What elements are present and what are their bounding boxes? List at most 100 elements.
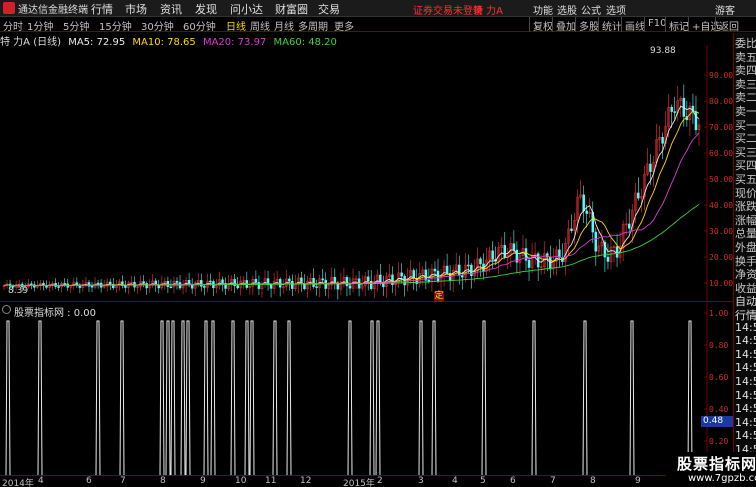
- ma10-line: [3, 110, 700, 287]
- indicator-spike: [629, 320, 635, 475]
- indicator-y-tick-label: 1.00: [709, 309, 728, 318]
- candle-body: [649, 163, 652, 172]
- x-axis-label: 4: [452, 476, 458, 486]
- quote-label[interactable]: 14:5: [735, 375, 756, 388]
- x-axis-label: 9: [200, 476, 206, 486]
- tool-back[interactable]: 返回: [715, 17, 742, 33]
- x-axis-label: 7: [550, 476, 556, 486]
- candle-body: [236, 285, 239, 289]
- candle-body: [433, 268, 437, 272]
- quote-label[interactable]: 14:5: [735, 429, 756, 442]
- candle-body: [321, 278, 324, 281]
- indicator-spike: [481, 320, 487, 475]
- candle-body: [175, 280, 179, 283]
- indicator-y-tick-label: 0.40: [709, 405, 728, 414]
- indicator-spike: [210, 320, 216, 475]
- user-label[interactable]: 游客: [715, 2, 735, 17]
- indicator-y-tick-label: 0.80: [709, 341, 728, 350]
- indicator-spike: [286, 320, 292, 475]
- indicator-spike: [418, 320, 424, 475]
- low-price-label: 8.39: [8, 286, 29, 296]
- indicator-chart[interactable]: 1.00 0.80 0.60 0.40 0.20: [0, 303, 733, 475]
- candle-body: [461, 275, 464, 278]
- period-more[interactable]: 更多: [334, 18, 354, 33]
- x-axis-label: 6: [510, 476, 516, 486]
- x-axis-label: 10: [235, 476, 247, 486]
- candle-body: [615, 246, 619, 258]
- indicator-spike: [159, 320, 165, 475]
- high-price-label: 93.88: [650, 46, 676, 56]
- candle-body: [209, 280, 212, 283]
- y-tick-label: 50.00: [709, 175, 733, 184]
- candle-body: [142, 281, 145, 284]
- menu-gongshi[interactable]: 公式: [581, 2, 601, 17]
- watermark-url: www.7gpzb.com: [688, 473, 756, 484]
- menu-zixun[interactable]: 资讯: [160, 1, 182, 17]
- period-30min[interactable]: 30分钟: [141, 18, 174, 33]
- candle-body: [366, 276, 370, 282]
- candle-body: [670, 106, 673, 112]
- period-daily[interactable]: 日线: [226, 18, 246, 33]
- period-monthly[interactable]: 月线: [274, 18, 294, 33]
- menu-xuanxiang[interactable]: 选项: [606, 2, 626, 17]
- period-toolbar: 分时 1分钟 5分钟 15分钟 30分钟 60分钟 日线 周线 月线 多周期 更…: [0, 17, 756, 33]
- indicator-current-value: 0.48: [701, 416, 733, 427]
- menu-caifuquan[interactable]: 财富圈: [275, 1, 308, 17]
- quote-label[interactable]: 14:5: [735, 361, 756, 374]
- quote-label[interactable]: 14:5: [735, 402, 756, 415]
- candle-body: [585, 210, 588, 214]
- candle-body: [606, 256, 610, 262]
- quote-label[interactable]: 14:5: [735, 416, 756, 429]
- candle-body: [90, 285, 94, 288]
- candle-body: [637, 192, 640, 199]
- period-multi[interactable]: 多周期: [298, 18, 328, 33]
- candle-body: [400, 272, 403, 277]
- period-fenshi[interactable]: 分时: [3, 18, 23, 33]
- candle-body: [269, 284, 273, 289]
- period-weekly[interactable]: 周线: [250, 18, 270, 33]
- menu-faxian[interactable]: 发现: [195, 1, 217, 17]
- quote-label[interactable]: 14:5: [735, 389, 756, 402]
- period-60min[interactable]: 60分钟: [183, 18, 216, 33]
- indicator-header: 股票指标网 : 0.00: [14, 308, 96, 319]
- indicator-spike: [170, 320, 176, 475]
- menu-xuangu[interactable]: 选股: [557, 2, 577, 17]
- candle-body: [427, 279, 431, 282]
- x-axis-label: 3: [418, 476, 424, 486]
- quote-panel: 委比 卖五 卖四 卖三 卖二 卖一 买一 买二 买三 买四 买五 现价 涨跌 涨幅 总量 外盘 换手 净资 收益 自动…: [733, 33, 756, 487]
- period-15min[interactable]: 15分钟: [99, 18, 132, 33]
- candle-body: [169, 286, 173, 289]
- x-axis-label: 2015年: [343, 479, 375, 487]
- menu-wenxiaoda[interactable]: 问小达: [230, 1, 263, 17]
- x-axis-label: 8: [590, 476, 596, 486]
- menu-gongneng[interactable]: 功能: [533, 2, 553, 17]
- candle-body: [467, 264, 470, 267]
- candle-body: [124, 285, 127, 288]
- title-bar: 通达信金融终端 行情 市场 资讯 发现 问小达 财富圈 交易 证券交易未登录 特…: [0, 0, 756, 17]
- indicator-spike: [582, 320, 588, 475]
- quote-label[interactable]: 14:5: [735, 321, 756, 334]
- quote-label[interactable]: 14:5: [735, 334, 756, 347]
- marker-ding[interactable]: 定: [434, 291, 444, 302]
- y-tick-label: 80.00: [709, 97, 733, 106]
- kline-chart[interactable]: 90.00 80.00 70.00 60.00 50.00 40.00 30.00 20.00…: [0, 45, 733, 302]
- x-axis-label: 6: [86, 476, 92, 486]
- indicator-spike: [249, 320, 255, 475]
- period-5min[interactable]: 5分钟: [63, 18, 89, 33]
- indicator-settings-icon[interactable]: [2, 305, 11, 314]
- candle-body: [200, 280, 203, 287]
- candle-body: [348, 285, 352, 289]
- menu-shichang[interactable]: 市场: [125, 1, 147, 17]
- menu-jiaoyi[interactable]: 交易: [318, 1, 340, 17]
- indicator-spike: [203, 320, 209, 475]
- x-axis-label: 7: [120, 476, 126, 486]
- indicator-spike: [37, 320, 43, 475]
- indicator-y-tick-label: 0.20: [709, 437, 728, 446]
- candle-body: [333, 277, 337, 284]
- candle-body: [582, 194, 585, 212]
- period-1min[interactable]: 1分钟: [27, 18, 53, 33]
- y-tick-label: 60.00: [709, 149, 733, 158]
- ma-legend: 特 力A (日线) MA5: 72.95 MA10: 78.65 MA20: 7…: [0, 33, 345, 48]
- quote-label[interactable]: 14:5: [735, 348, 756, 361]
- menu-hangqing[interactable]: 行情: [91, 1, 113, 17]
